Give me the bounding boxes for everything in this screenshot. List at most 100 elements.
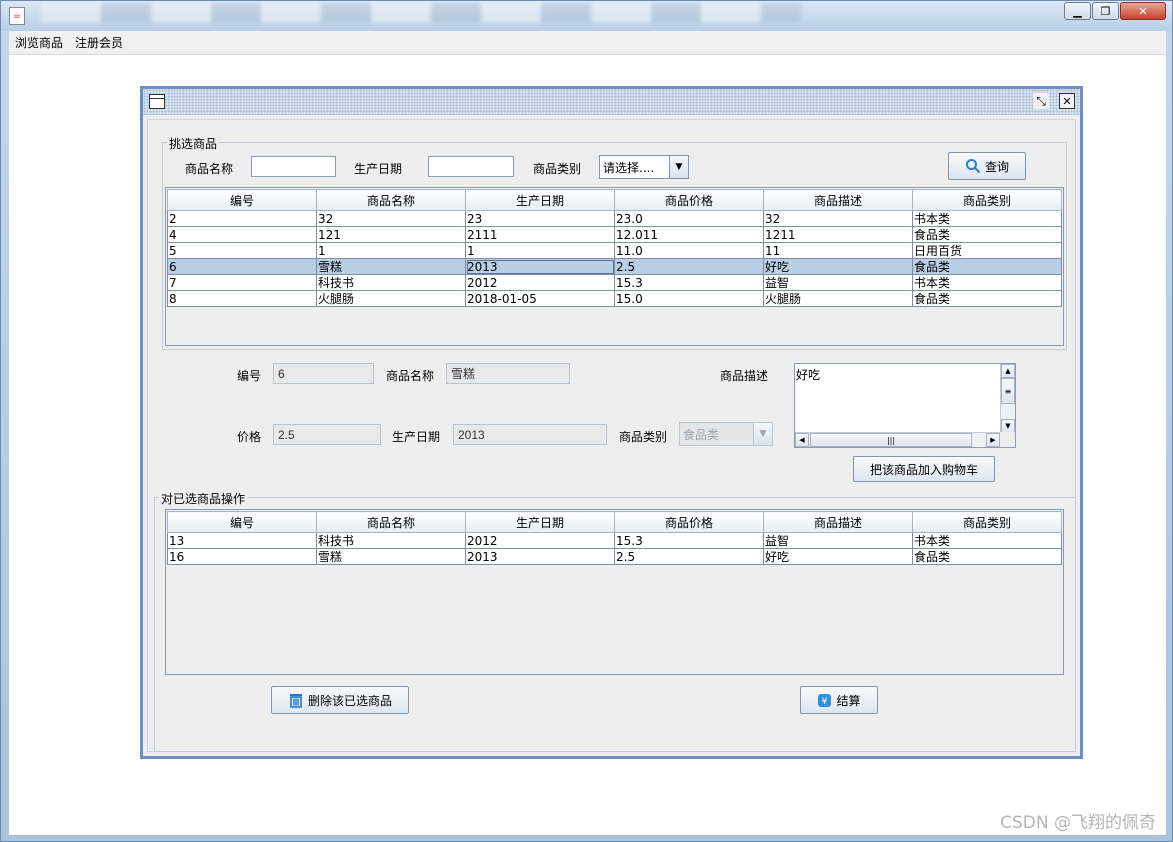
menu-register-member[interactable]: 注册会员 — [69, 34, 129, 51]
table-cell[interactable]: 科技书 — [316, 274, 466, 291]
table-cell[interactable]: 火腿肠 — [763, 290, 913, 307]
column-header[interactable]: 商品名称 — [316, 511, 466, 533]
table-cell[interactable]: 15.3 — [614, 532, 764, 549]
table-cell[interactable]: 好吃 — [763, 548, 913, 565]
column-header[interactable]: 商品价格 — [614, 189, 764, 211]
table-cell[interactable]: 2012 — [465, 274, 615, 291]
cart-grid: 编号 商品名称 生产日期 商品价格 商品描述 商品类别 13 科技书 2012 15.… — [167, 511, 1062, 565]
column-header[interactable]: 生产日期 — [465, 511, 615, 533]
table-cell[interactable]: 好吃 — [763, 258, 913, 275]
column-header[interactable]: 编号 — [167, 511, 317, 533]
table-cell[interactable]: 食品类 — [912, 290, 1062, 307]
table-cell[interactable]: 益智 — [763, 532, 913, 549]
table-cell[interactable]: 2018-01-05 — [465, 290, 615, 307]
detail-category-label: 商品类别 — [619, 430, 668, 444]
table-row[interactable]: 8 火腿肠 2018-01-05 15.0 火腿肠 食品类 — [167, 290, 1062, 307]
table-cell[interactable]: 8 — [167, 290, 317, 307]
column-header[interactable]: 编号 — [167, 189, 317, 211]
column-header[interactable]: 商品类别 — [912, 511, 1062, 533]
close-frame-button[interactable]: ✕ — [1059, 93, 1075, 109]
filter-date-input[interactable] — [428, 156, 514, 177]
table-cell[interactable]: 2111 — [465, 226, 615, 243]
table-cell[interactable]: 5 — [167, 242, 317, 259]
vertical-scrollbar[interactable]: ▲ ≡ ▼ — [1000, 364, 1015, 433]
table-row[interactable]: 5 1 1 11.0 11 日用百货 — [167, 242, 1062, 259]
table-row[interactable]: 16 雪糕 2013 2.5 好吃 食品类 — [167, 548, 1062, 565]
table-cell[interactable]: 日用百货 — [912, 242, 1062, 259]
table-cell[interactable]: 12.011 — [614, 226, 764, 243]
add-to-cart-button[interactable]: 把该商品加入购物车 — [853, 456, 995, 482]
table-row[interactable]: 2 32 23 23.0 32 书本类 — [167, 210, 1062, 227]
column-header[interactable]: 商品描述 — [763, 511, 913, 533]
table-cell[interactable]: 4 — [167, 226, 317, 243]
table-cell[interactable]: 32 — [316, 210, 466, 227]
table-row-selected[interactable]: 6 雪糕 2013 2.5 好吃 食品类 — [167, 258, 1062, 275]
column-header[interactable]: 商品描述 — [763, 189, 913, 211]
table-cell[interactable]: 1 — [316, 242, 466, 259]
table-cell[interactable]: 1211 — [763, 226, 913, 243]
table-cell[interactable]: 食品类 — [912, 548, 1062, 565]
detail-category-select: 食品类 ▼ — [679, 422, 773, 446]
table-cell[interactable]: 益智 — [763, 274, 913, 291]
table-cell[interactable]: 食品类 — [912, 226, 1062, 243]
table-cell[interactable]: 2.5 — [614, 548, 764, 565]
table-cell[interactable]: 2 — [167, 210, 317, 227]
table-cell[interactable]: 16 — [167, 548, 317, 565]
maximize-button[interactable]: ❐ — [1092, 2, 1119, 20]
table-cell-focused[interactable]: 2013 — [465, 258, 615, 275]
table-cell[interactable]: 32 — [763, 210, 913, 227]
table-cell[interactable]: 6 — [167, 258, 317, 275]
horizontal-scrollbar[interactable]: ◀ ||| ▶ — [795, 432, 1000, 447]
detail-price-label: 价格 — [237, 430, 262, 444]
detail-desc-label: 商品描述 — [720, 369, 769, 383]
table-cell[interactable]: 食品类 — [912, 258, 1062, 275]
table-cell[interactable]: 雪糕 — [316, 548, 466, 565]
table-cell[interactable]: 15.0 — [614, 290, 764, 307]
watermark: CSDN @飞翔的佩奇 — [1000, 813, 1156, 833]
table-cell[interactable]: 7 — [167, 274, 317, 291]
restore-frame-button[interactable]: ⤡ — [1033, 93, 1049, 109]
table-cell[interactable]: 11 — [763, 242, 913, 259]
window-titlebar[interactable]: ☕ ▁ ❐ ✕ — [1, 1, 1172, 31]
table-cell[interactable]: 雪糕 — [316, 258, 466, 275]
filter-name-input[interactable] — [251, 156, 336, 177]
column-header[interactable]: 商品名称 — [316, 189, 466, 211]
menu-browse-products[interactable]: 浏览商品 — [9, 34, 69, 51]
checkout-button[interactable]: ¥ 结算 — [800, 686, 878, 714]
table-cell[interactable]: 1 — [465, 242, 615, 259]
table-cell[interactable]: 13 — [167, 532, 317, 549]
table-cell[interactable]: 书本类 — [912, 274, 1062, 291]
close-button[interactable]: ✕ — [1120, 2, 1166, 20]
table-row[interactable]: 4 121 2111 12.011 1211 食品类 — [167, 226, 1062, 243]
filter-category-select[interactable]: 请选择.... ▼ — [599, 155, 689, 179]
scroll-left-icon[interactable]: ◀ — [795, 433, 809, 447]
scroll-up-icon[interactable]: ▲ — [1001, 364, 1015, 378]
detail-desc-textarea[interactable]: 好吃 ▲ ≡ ▼ ◀ ||| ▶ — [794, 363, 1016, 448]
table-cell[interactable]: 15.3 — [614, 274, 764, 291]
table-cell[interactable]: 11.0 — [614, 242, 764, 259]
table-cell[interactable]: 23 — [465, 210, 615, 227]
scroll-right-icon[interactable]: ▶ — [986, 433, 1000, 447]
table-cell[interactable]: 2012 — [465, 532, 615, 549]
scroll-thumb[interactable]: ≡ — [1001, 378, 1015, 404]
table-cell[interactable]: 书本类 — [912, 532, 1062, 549]
minimize-button[interactable]: ▁ — [1064, 2, 1091, 20]
table-cell[interactable]: 2013 — [465, 548, 615, 565]
column-header[interactable]: 生产日期 — [465, 189, 615, 211]
table-cell[interactable]: 科技书 — [316, 532, 466, 549]
delete-selected-button[interactable]: 删除该已选商品 — [271, 686, 409, 714]
table-row[interactable]: 7 科技书 2012 15.3 益智 书本类 — [167, 274, 1062, 291]
filter-date-label: 生产日期 — [354, 162, 403, 176]
scroll-down-icon[interactable]: ▼ — [1001, 419, 1015, 433]
table-cell[interactable]: 2.5 — [614, 258, 764, 275]
table-cell[interactable]: 121 — [316, 226, 466, 243]
internal-frame-titlebar[interactable]: ⤡ ✕ — [143, 89, 1080, 115]
table-cell[interactable]: 火腿肠 — [316, 290, 466, 307]
table-cell[interactable]: 书本类 — [912, 210, 1062, 227]
table-cell[interactable]: 23.0 — [614, 210, 764, 227]
scroll-thumb[interactable]: ||| — [810, 433, 972, 447]
query-button[interactable]: 查询 — [948, 152, 1026, 180]
column-header[interactable]: 商品类别 — [912, 189, 1062, 211]
column-header[interactable]: 商品价格 — [614, 511, 764, 533]
table-row[interactable]: 13 科技书 2012 15.3 益智 书本类 — [167, 532, 1062, 549]
